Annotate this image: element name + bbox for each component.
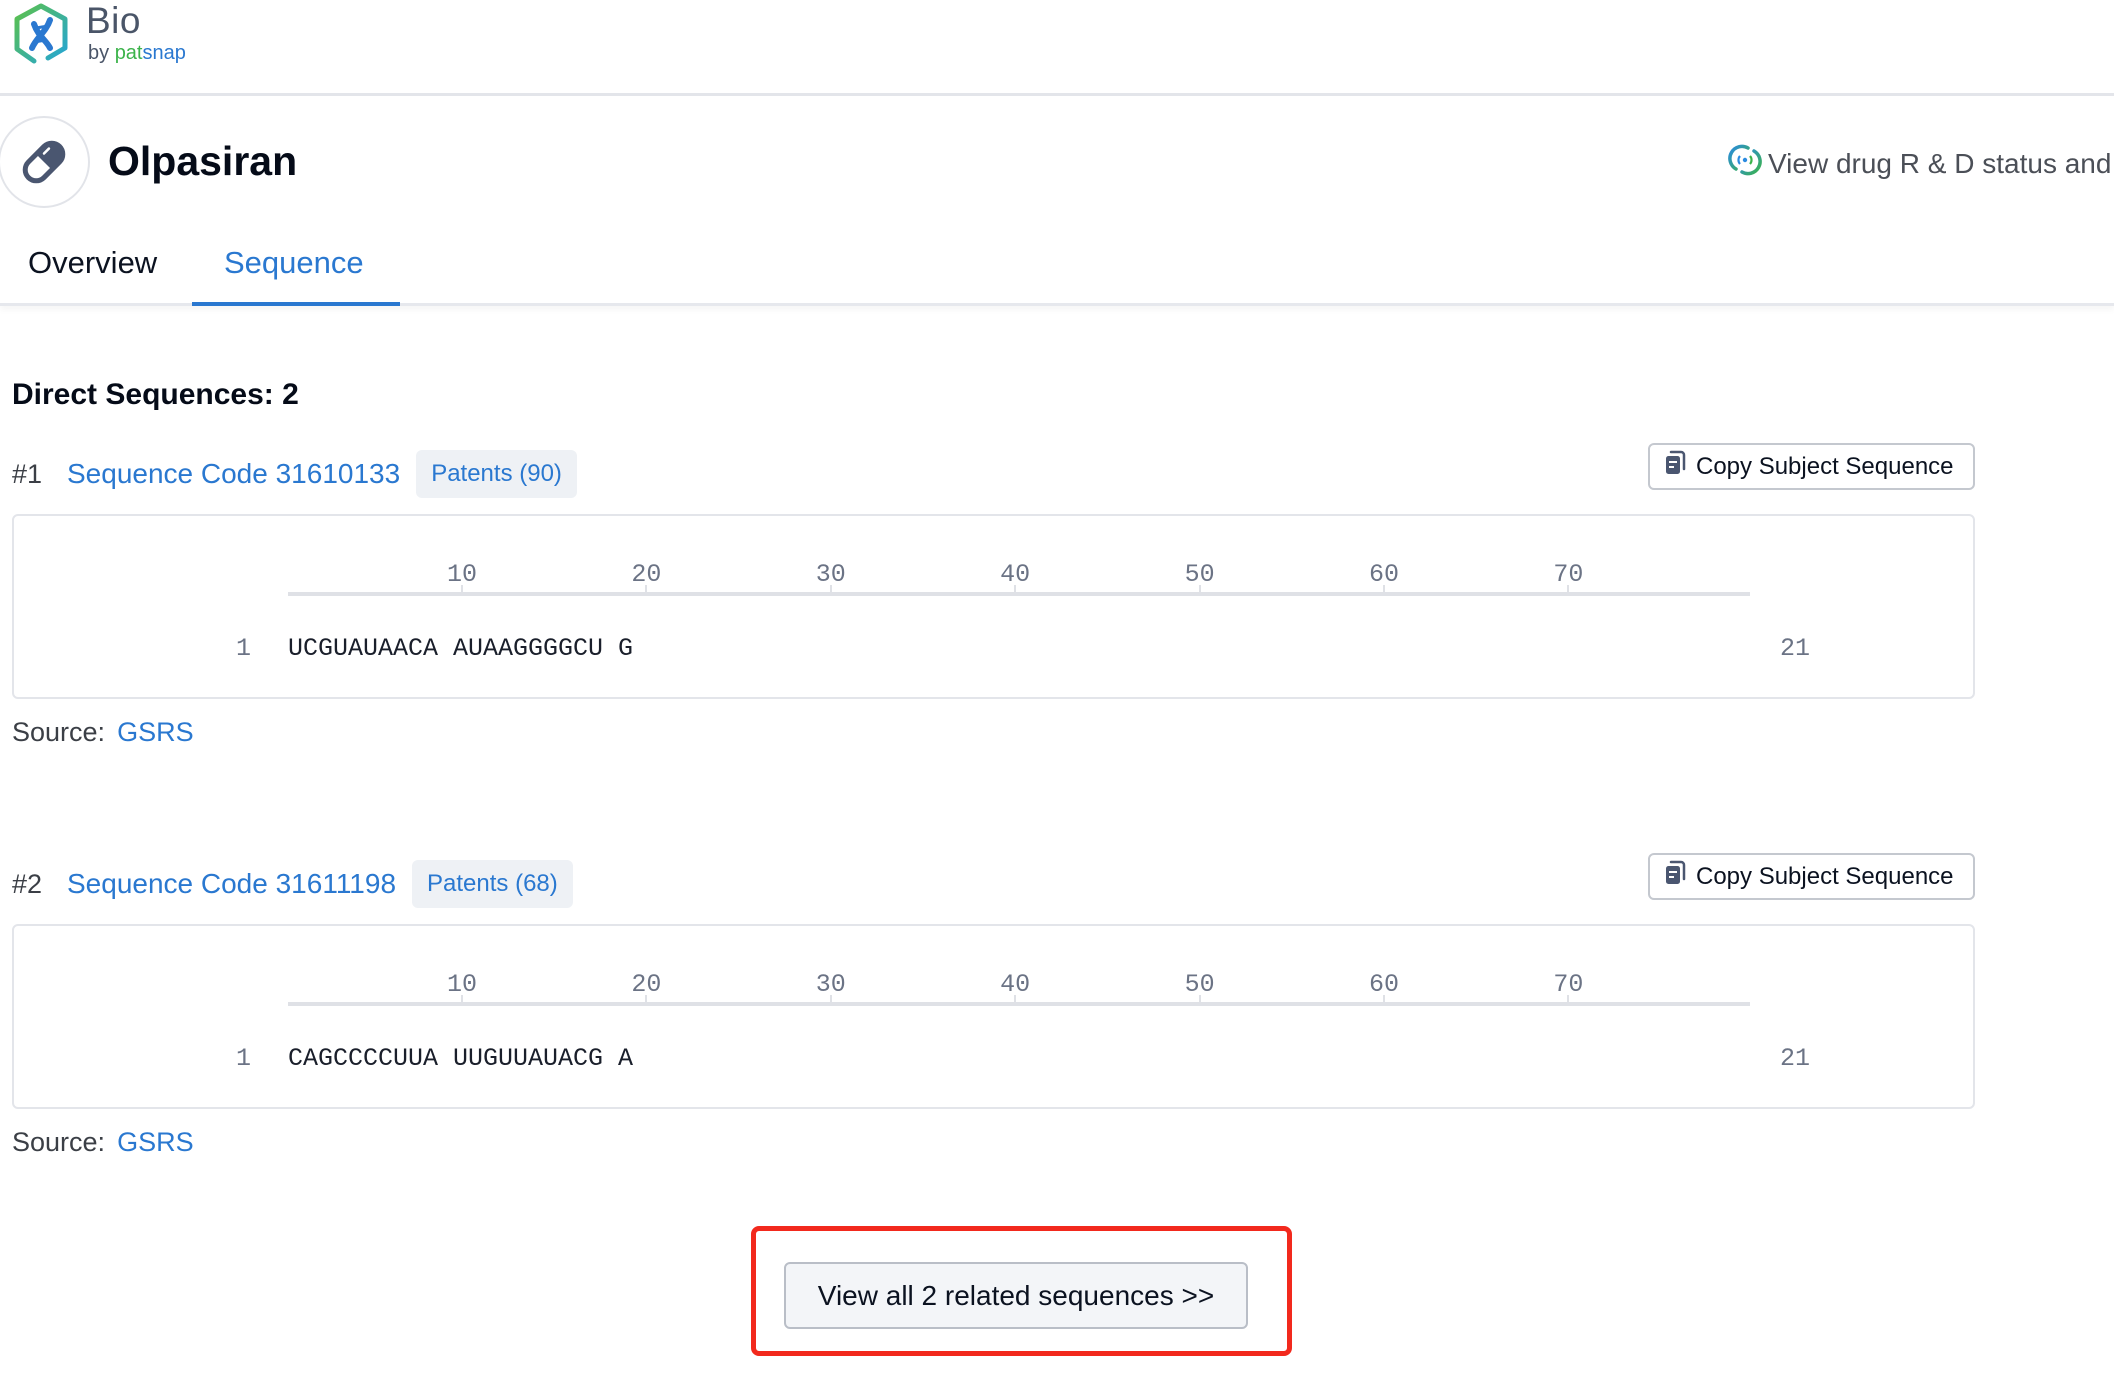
- logo-subtitle: by patsnap: [88, 42, 186, 65]
- logo-snap: snap: [142, 42, 186, 64]
- source-row: Source: GSRS: [12, 1127, 194, 1158]
- ruler-tick-label: 40: [1000, 560, 1031, 589]
- sequence-text: UCGUAUAACA AUAAGGGGCU G: [288, 634, 634, 663]
- sequence-header: #1 Sequence Code 31610133 Patents (90): [12, 450, 577, 498]
- tab-overview[interactable]: Overview: [28, 245, 157, 281]
- ruler-tick-label: 30: [815, 560, 846, 589]
- ruler-tick-label: 40: [1000, 970, 1031, 999]
- dna-hexagon-icon[interactable]: [10, 2, 72, 66]
- ruler-tick-label: 10: [446, 970, 478, 999]
- ruler-tick-label: 60: [1368, 560, 1400, 589]
- ruler-tick-label: 60: [1368, 970, 1400, 999]
- logo-title: Bio: [86, 0, 141, 41]
- line-end-position: 21: [1780, 634, 1811, 663]
- ruler-tick-label: 10: [446, 560, 478, 589]
- logo-by: by: [88, 42, 115, 64]
- ruler-tick-label: 20: [631, 560, 662, 589]
- section-title: Direct Sequences: 2: [12, 378, 299, 411]
- sequence-text: CAGCCCCUUA UUGUUAUACG A: [288, 1044, 634, 1073]
- source-row: Source: GSRS: [12, 717, 194, 748]
- sequence-viewer: 10 20 30 40 50 60 70 1 UCGUAUAACA AUAAGGGGCU G…: [12, 514, 1975, 699]
- ruler-tick-label: 50: [1184, 560, 1215, 589]
- tab-sequence[interactable]: Sequence: [224, 245, 364, 281]
- ruler-tick-label: 50: [1184, 970, 1215, 999]
- source-link[interactable]: GSRS: [117, 1127, 194, 1157]
- rd-status-label: View drug R & D status and: [1768, 147, 2112, 179]
- source-label: Source:: [12, 717, 106, 747]
- copy-label: Copy Subject Sequence: [1696, 862, 1954, 890]
- drug-title: Olpasiran: [108, 138, 298, 184]
- sequence-header: #2 Sequence Code 31611198 Patents (68): [12, 860, 573, 908]
- sequence-index: #2: [12, 868, 43, 899]
- ruler-tick-label: 70: [1553, 970, 1584, 999]
- copy-icon: [1664, 450, 1686, 483]
- tab-bar: Overview Sequence: [0, 230, 2114, 306]
- line-end-position: 21: [1780, 1044, 1811, 1073]
- sequence-viewer: 10 20 30 40 50 60 70 1 CAGCCCCUUA UUGUUAUACG A…: [12, 924, 1975, 1109]
- sequence-code-link[interactable]: Sequence Code 31610133: [67, 458, 400, 490]
- top-bar: Bio by patsnap: [0, 0, 2114, 96]
- copy-icon: [1664, 860, 1686, 893]
- pill-icon: [0, 116, 90, 208]
- patents-badge[interactable]: Patents (68): [412, 860, 573, 908]
- ruler-tick-label: 30: [815, 970, 846, 999]
- sequence-code-link[interactable]: Sequence Code 31611198: [67, 868, 396, 900]
- rd-status-link[interactable]: View drug R & D status and: [1728, 143, 2111, 184]
- ruler-line: [288, 1002, 1750, 1006]
- view-all-sequences-button[interactable]: View all 2 related sequences >>: [784, 1262, 1248, 1329]
- ruler-tick-label: 70: [1553, 560, 1584, 589]
- source-link[interactable]: GSRS: [117, 717, 194, 747]
- ruler-line: [288, 592, 1750, 596]
- patents-badge[interactable]: Patents (90): [416, 450, 577, 498]
- sync-circle-icon: [1728, 143, 1762, 184]
- source-label: Source:: [12, 1127, 106, 1157]
- line-start-position: 1: [236, 634, 252, 663]
- logo-pat: pat: [114, 42, 143, 64]
- ruler-tick-label: 20: [631, 970, 662, 999]
- copy-label: Copy Subject Sequence: [1696, 452, 1954, 480]
- line-start-position: 1: [236, 1044, 252, 1073]
- copy-subject-sequence-button[interactable]: Copy Subject Sequence: [1648, 853, 1975, 900]
- copy-subject-sequence-button[interactable]: Copy Subject Sequence: [1648, 443, 1975, 490]
- active-tab-indicator: [192, 302, 400, 306]
- sequence-index: #1: [12, 458, 43, 489]
